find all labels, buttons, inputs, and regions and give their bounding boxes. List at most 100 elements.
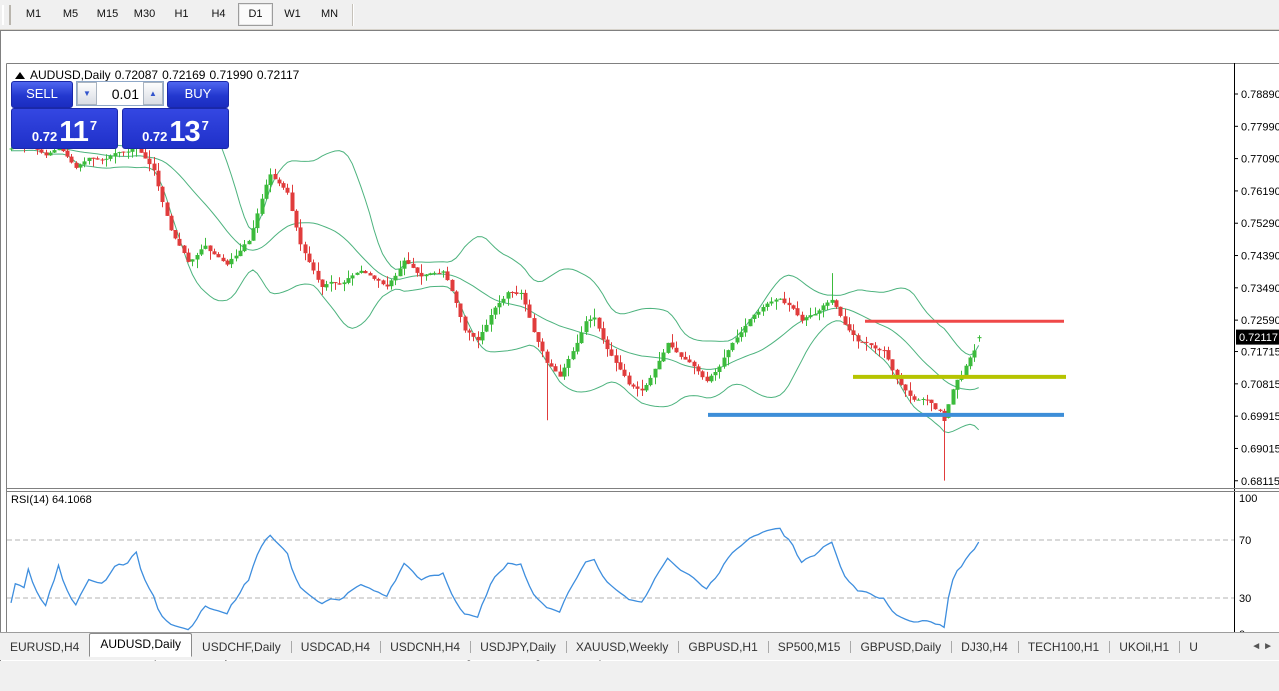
- candle-body: [930, 400, 934, 403]
- candle-body: [291, 193, 295, 212]
- tabs-scroll-left-icon[interactable]: ◄: [1251, 640, 1261, 654]
- candle-body: [524, 293, 528, 305]
- chart-tab-tech100-h1[interactable]: TECH100,H1: [1018, 637, 1109, 657]
- bid-price-box[interactable]: 0.72 11 7: [11, 108, 118, 149]
- ohlc-high: 0.72169: [162, 68, 205, 82]
- price-axis-label: 0.74390: [1241, 251, 1279, 263]
- candle-body: [278, 180, 282, 184]
- volume-decrease-button[interactable]: ▼: [77, 82, 97, 105]
- timeframe-button-h4[interactable]: H4: [201, 3, 236, 26]
- price-axis-label: 0.70815: [1241, 379, 1279, 391]
- candle-body: [105, 159, 109, 160]
- candle-body: [351, 275, 355, 278]
- ohlc-low: 0.71990: [209, 68, 252, 82]
- tabs-scroll-right-icon[interactable]: ►: [1263, 640, 1273, 654]
- candle-body: [304, 244, 308, 253]
- chart-tab-xauusd-weekly[interactable]: XAUUSD,Weekly: [566, 637, 678, 657]
- rsi-indicator-label: RSI(14) 64.1068: [11, 494, 92, 506]
- chart-tab-dj30-h4[interactable]: DJ30,H4: [951, 637, 1018, 657]
- candle-body: [330, 282, 334, 284]
- timeframe-button-m1[interactable]: M1: [16, 3, 51, 26]
- candle-body: [235, 256, 239, 259]
- rsi-axis-label: 30: [1239, 593, 1251, 605]
- candle-body: [442, 271, 446, 272]
- candle-body: [883, 350, 887, 351]
- candle-body: [969, 358, 973, 367]
- toolbar-separator: [352, 4, 354, 26]
- toolbar-grip[interactable]: [2, 5, 11, 25]
- candle-body: [865, 342, 869, 343]
- chart-tab-gbpusd-h1[interactable]: GBPUSD,H1: [678, 637, 767, 657]
- candle-body: [369, 273, 373, 275]
- candle-body: [109, 156, 113, 159]
- candle-body: [649, 378, 653, 385]
- candle-body: [835, 300, 839, 307]
- candle-body: [934, 403, 938, 409]
- timeframe-button-m5[interactable]: M5: [53, 3, 88, 26]
- price-axis-label: 0.77990: [1241, 121, 1279, 133]
- candle-body: [407, 260, 411, 264]
- candle-body: [373, 276, 377, 279]
- candle-body: [723, 358, 727, 367]
- candle-body: [161, 187, 165, 202]
- chart-tab-gbpusd-daily[interactable]: GBPUSD,Daily: [850, 637, 951, 657]
- candle-body: [83, 161, 87, 164]
- buy-button[interactable]: BUY: [167, 81, 229, 108]
- candle-body: [317, 271, 321, 280]
- candle-body: [714, 372, 718, 375]
- ask-price-box[interactable]: 0.72 13 7: [122, 108, 229, 149]
- candle-body: [619, 362, 623, 369]
- candle-body: [628, 376, 632, 385]
- chart-tab-usdjpy-daily[interactable]: USDJPY,Daily: [470, 637, 566, 657]
- candle-body: [399, 269, 403, 277]
- candle-body: [507, 292, 511, 298]
- timeframe-button-w1[interactable]: W1: [275, 3, 310, 26]
- volume-increase-button[interactable]: ▲: [143, 82, 163, 105]
- chart-tab-sp500-m15[interactable]: SP500,M15: [768, 637, 851, 657]
- candle-body: [157, 171, 161, 187]
- candle-body: [178, 239, 182, 246]
- candle-body: [494, 308, 498, 315]
- chart-tab-usdchf-daily[interactable]: USDCHF,Daily: [192, 637, 291, 657]
- candle-body: [416, 267, 420, 273]
- candle-body: [200, 249, 204, 254]
- candle-body: [170, 216, 174, 231]
- candle-body: [386, 285, 390, 287]
- candle-body: [451, 280, 455, 291]
- volume-input[interactable]: [97, 82, 143, 105]
- candle-body: [922, 399, 926, 400]
- candle-body: [118, 152, 122, 153]
- candle-body: [688, 360, 692, 363]
- candle-body: [675, 348, 679, 353]
- chart-tab-audusd-daily[interactable]: AUDUSD,Daily: [89, 633, 192, 657]
- bid-price-major: 0.72: [32, 128, 57, 145]
- candle-body: [965, 366, 969, 376]
- candle-body: [822, 305, 826, 310]
- timeframe-button-d1[interactable]: D1: [238, 3, 273, 26]
- chart-tab-eurusd-h4[interactable]: EURUSD,H4: [0, 637, 89, 657]
- price-axis-label: 0.75290: [1241, 218, 1279, 230]
- chart-tab-usdcnh-h4[interactable]: USDCNH,H4: [380, 637, 470, 657]
- price-axis-label: 0.69015: [1241, 443, 1279, 455]
- candle-body: [183, 246, 187, 253]
- timeframe-button-mn[interactable]: MN: [312, 3, 347, 26]
- timeframe-button-m30[interactable]: M30: [127, 3, 162, 26]
- candle-body: [740, 332, 744, 337]
- candle-body: [325, 284, 329, 287]
- candle-body: [485, 325, 489, 332]
- chart-tab-ukoil-h1[interactable]: UKOil,H1: [1109, 637, 1179, 657]
- bid-price-pips: 11: [59, 119, 88, 145]
- candle-body: [576, 343, 580, 352]
- candle-body: [952, 389, 956, 404]
- sell-button[interactable]: SELL: [11, 81, 73, 108]
- bollinger-middle-band: [11, 145, 979, 390]
- chart-window: 0.788900.779900.770900.761900.752900.743…: [0, 30, 1279, 661]
- candle-body: [382, 280, 386, 284]
- timeframe-button-m15[interactable]: M15: [90, 3, 125, 26]
- candle-body: [870, 343, 874, 345]
- candle-body: [693, 362, 697, 367]
- timeframe-button-h1[interactable]: H1: [164, 3, 199, 26]
- candle-body: [265, 185, 269, 199]
- chart-tab-usdcad-h4[interactable]: USDCAD,H4: [291, 637, 380, 657]
- chart-tab-u[interactable]: U: [1179, 637, 1208, 657]
